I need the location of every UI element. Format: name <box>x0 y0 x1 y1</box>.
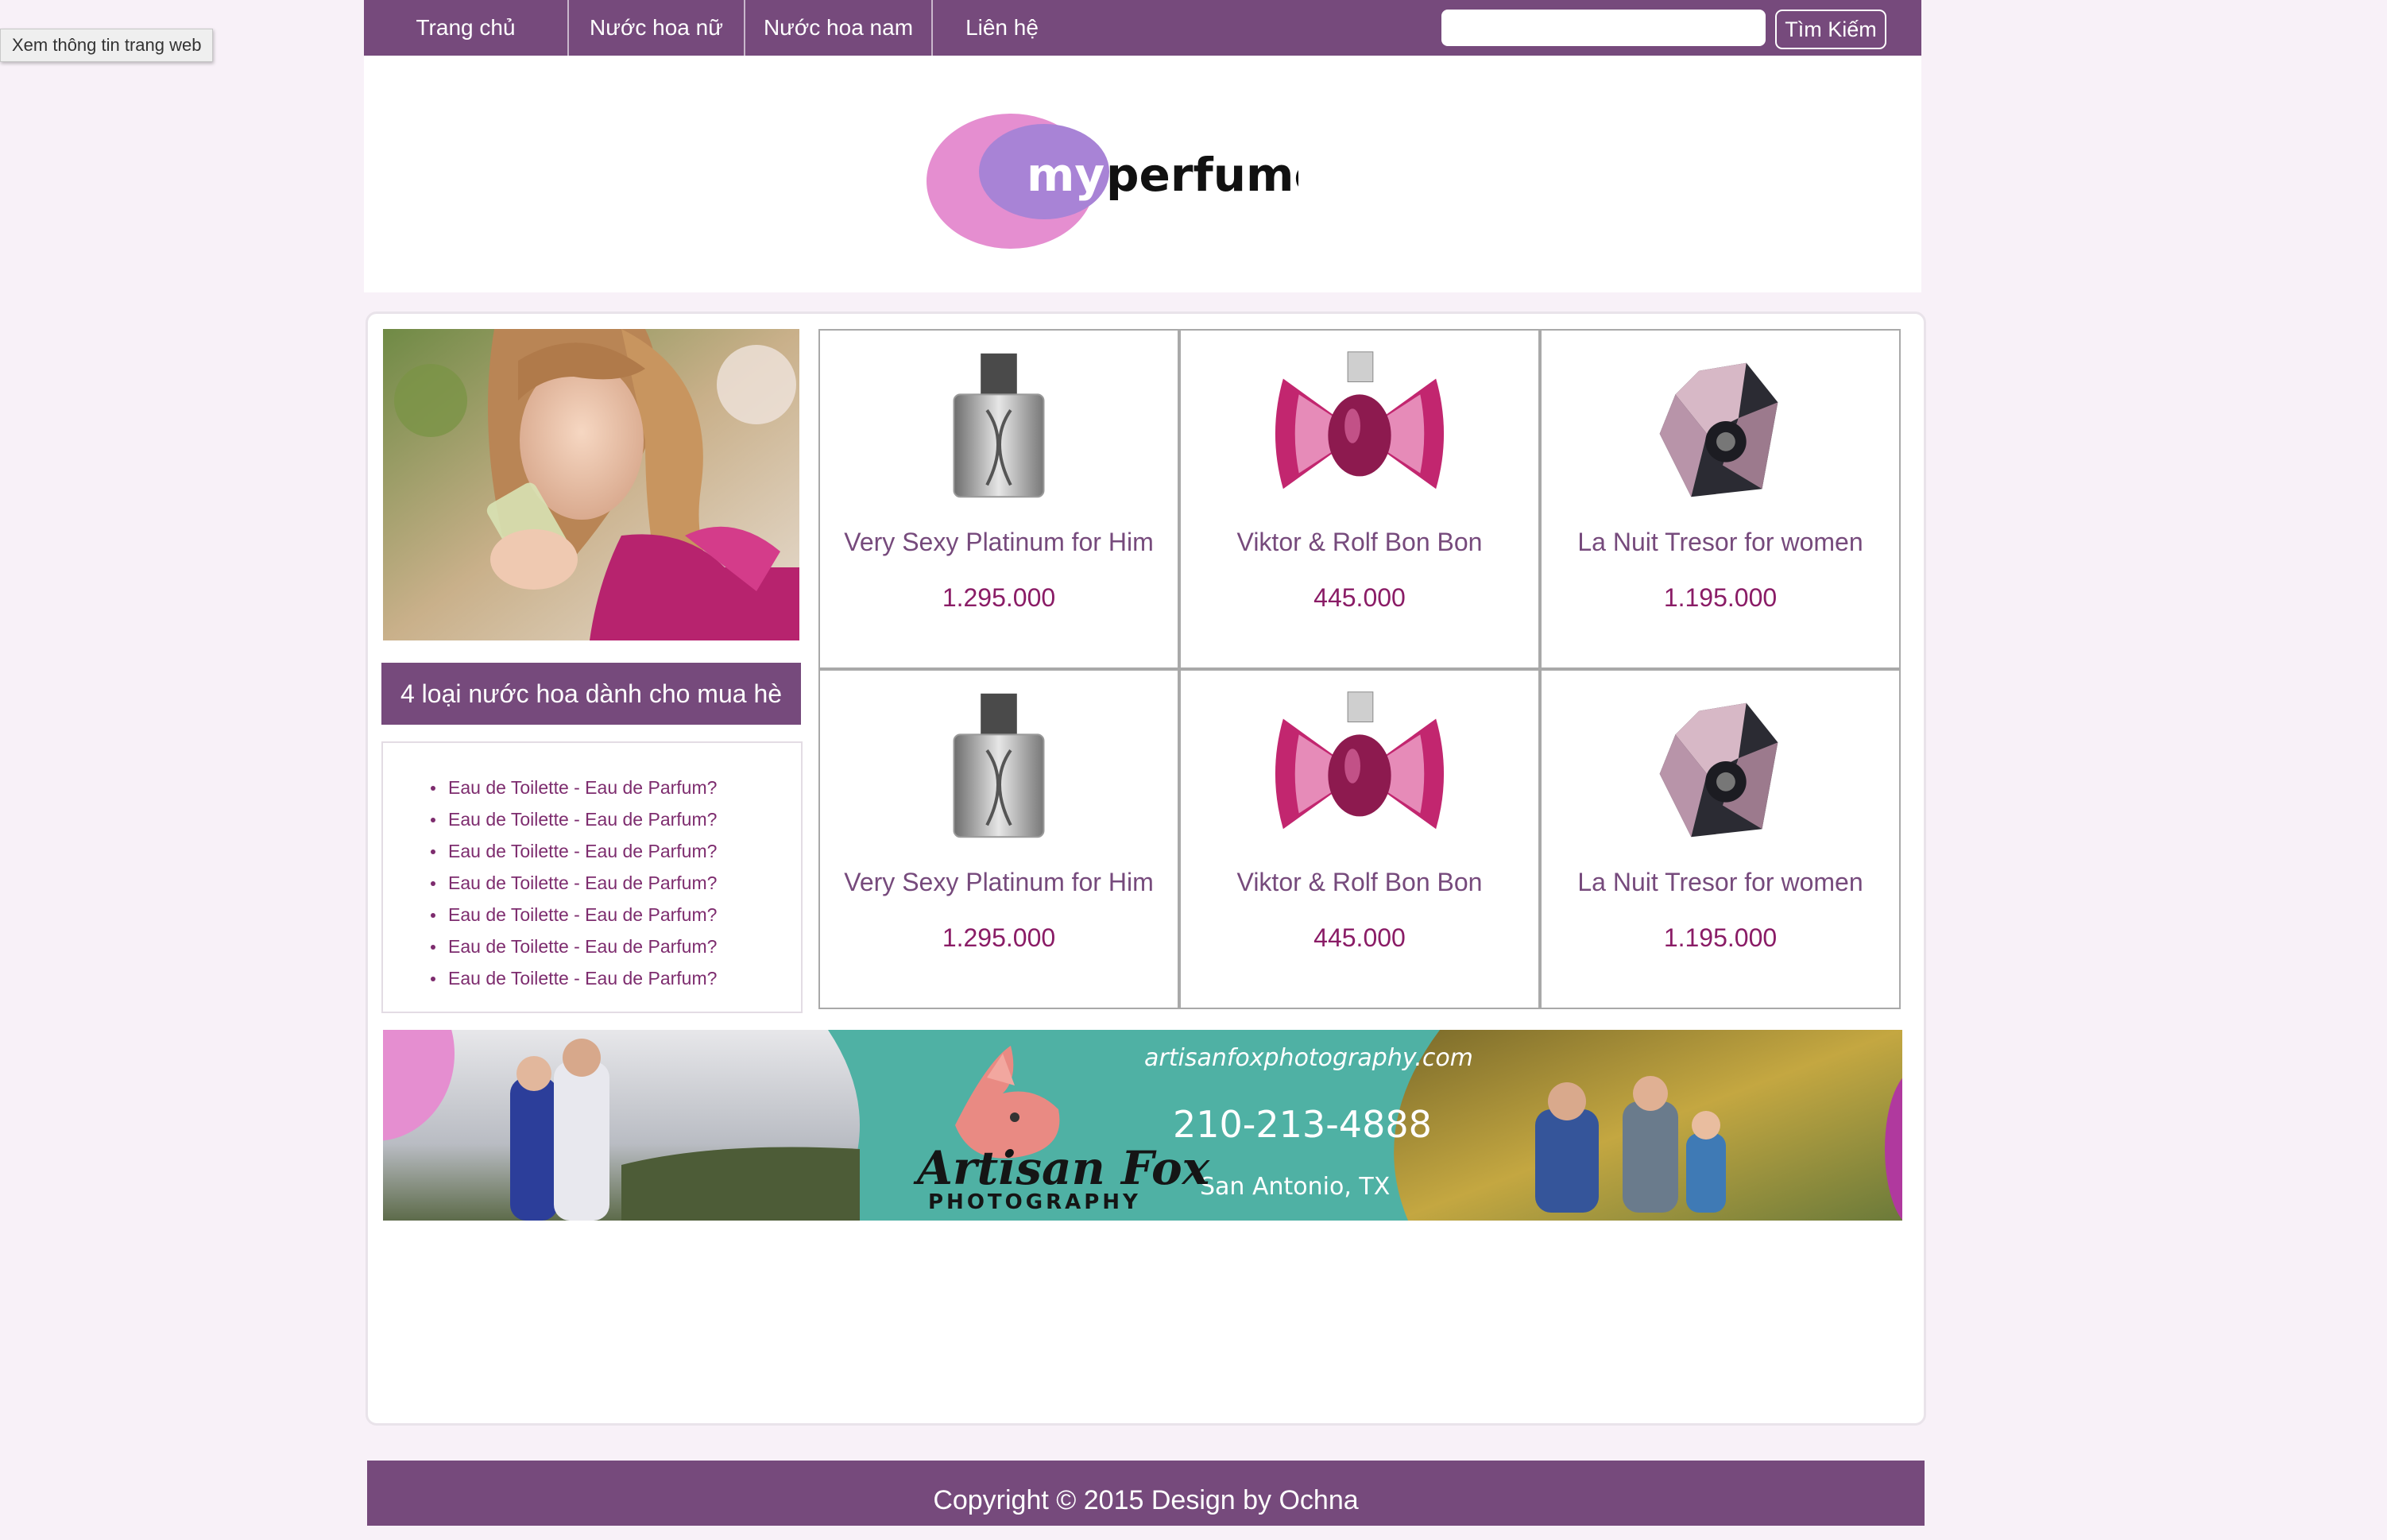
perfume-bottle-bow-icon <box>1275 351 1445 489</box>
sidebar-article-link[interactable]: Eau de Toilette - Eau de Parfum? <box>430 772 717 803</box>
sidebar-article-link[interactable]: Eau de Toilette - Eau de Parfum? <box>430 803 717 835</box>
product-name[interactable]: Very Sexy Platinum for Him <box>820 868 1178 897</box>
nav-item-mens-perfume[interactable]: Nước hoa nam <box>745 0 931 56</box>
banner-brand-name: Artisan Fox <box>917 1141 1210 1195</box>
sidebar-article-link[interactable]: Eau de Toilette - Eau de Parfum? <box>430 962 717 994</box>
header-banner: my perfume <box>364 56 1921 292</box>
footer: Copyright © 2015 Design by Ochna <box>367 1461 1925 1526</box>
product-name[interactable]: Viktor & Rolf Bon Bon <box>1181 528 1538 557</box>
sidebar-article-link[interactable]: Eau de Toilette - Eau de Parfum? <box>430 835 717 867</box>
perfume-bottle-platinum-icon <box>953 353 1045 498</box>
product-grid: Very Sexy Platinum for Him 1.295.000 Vik… <box>818 329 1901 1009</box>
search-button[interactable]: Tìm Kiếm <box>1775 10 1886 49</box>
sidebar-article-link[interactable]: Eau de Toilette - Eau de Parfum? <box>430 931 717 962</box>
product-price: 1.295.000 <box>942 923 1056 952</box>
banner-website: artisanfoxphotography.com <box>1144 1044 1473 1072</box>
product-price: 445.000 <box>1313 583 1406 612</box>
product-card[interactable]: Viktor & Rolf Bon Bon 445.000 <box>1179 669 1540 1009</box>
banner-location: San Antonio, TX <box>1200 1173 1391 1201</box>
product-price: 1.295.000 <box>942 583 1056 612</box>
perfume-bottle-platinum-icon <box>953 693 1045 838</box>
product-name[interactable]: Viktor & Rolf Bon Bon <box>1181 868 1538 897</box>
sidebar-title: 4 loại nước hoa dành cho mua hè <box>381 663 801 725</box>
perfume-bottle-bow-icon <box>1275 691 1445 830</box>
model-perfume-photo <box>383 329 799 640</box>
svg-text:my: my <box>1027 148 1105 202</box>
product-card[interactable]: Very Sexy Platinum for Him 1.295.000 <box>818 329 1179 669</box>
product-card[interactable]: La Nuit Tresor for women 1.195.000 <box>1540 669 1901 1009</box>
nav-item-home[interactable]: Trang chủ <box>364 0 567 56</box>
product-name[interactable]: La Nuit Tresor for women <box>1542 868 1899 897</box>
sidebar-article-link[interactable]: Eau de Toilette - Eau de Parfum? <box>430 867 717 899</box>
footer-copyright: Copyright © 2015 Design by Ochna <box>933 1485 1359 1515</box>
product-price: 1.195.000 <box>1663 923 1778 952</box>
sidebar-article-list: Eau de Toilette - Eau de Parfum? Eau de … <box>430 772 717 994</box>
product-name[interactable]: Very Sexy Platinum for Him <box>820 528 1178 557</box>
product-card[interactable]: Viktor & Rolf Bon Bon 445.000 <box>1179 329 1540 669</box>
nav-item-contact[interactable]: Liên hệ <box>933 0 1071 56</box>
product-card[interactable]: Very Sexy Platinum for Him 1.295.000 <box>818 669 1179 1009</box>
product-price: 445.000 <box>1313 923 1406 952</box>
nav-item-womens-perfume[interactable]: Nước hoa nữ <box>569 0 744 56</box>
browser-tooltip: Xem thông tin trang web <box>0 29 214 62</box>
perfume-bottle-diamond-icon <box>1659 702 1778 838</box>
search-input[interactable] <box>1441 10 1766 46</box>
svg-text:perfume: perfume <box>1106 148 1298 202</box>
product-name[interactable]: La Nuit Tresor for women <box>1542 528 1899 557</box>
advertisement-banner[interactable]: artisanfoxphotography.com 210-213-4888 S… <box>383 1030 1902 1221</box>
banner-brand-sub: PHOTOGRAPHY <box>928 1190 1141 1214</box>
sidebar-article-link[interactable]: Eau de Toilette - Eau de Parfum? <box>430 899 717 931</box>
product-card[interactable]: La Nuit Tresor for women 1.195.000 <box>1540 329 1901 669</box>
banner-phone: 210-213-4888 <box>1173 1103 1432 1146</box>
product-price: 1.195.000 <box>1663 583 1778 612</box>
sidebar-article-list-box: Eau de Toilette - Eau de Parfum? Eau de … <box>381 741 803 1013</box>
top-navigation-bar: Trang chủ Nước hoa nữ Nước hoa nam Liên … <box>364 0 1921 56</box>
myperfume-logo[interactable]: my perfume <box>925 110 1298 253</box>
perfume-bottle-diamond-icon <box>1659 362 1778 497</box>
